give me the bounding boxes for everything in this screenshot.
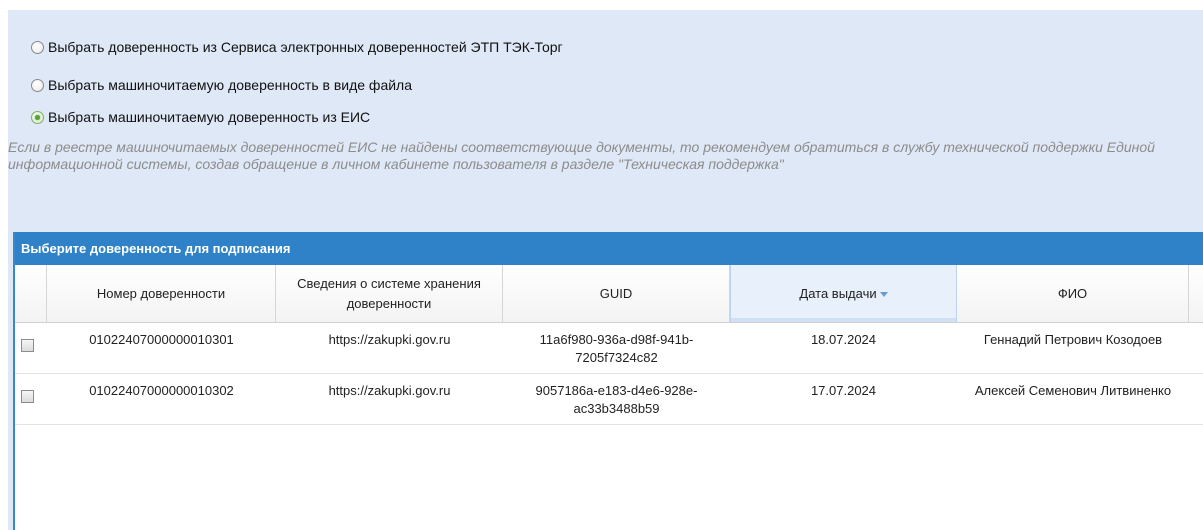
row-checkbox[interactable] <box>21 390 34 403</box>
sort-desc-icon <box>879 291 888 297</box>
option-label: Выбрать машиночитаемую доверенность из Е… <box>48 109 371 125</box>
column-select-all[interactable] <box>15 265 47 322</box>
row-select-cell <box>15 323 47 373</box>
column-number-label: Номер доверенности <box>96 285 226 301</box>
eis-hint-text: Если в реестре машиночитаемых довереннос… <box>8 139 1155 172</box>
radio-unchecked-icon[interactable] <box>31 78 44 92</box>
grid-column-headers: Номер доверенности Сведения о системе хр… <box>15 265 1203 323</box>
option-label: Выбрать машиночитаемую доверенность в ви… <box>48 77 413 93</box>
cell-number: 01022407000000010301 <box>89 332 234 347</box>
cell-guid: 11a6f980-936a-d98f-941b-7205f7324c82 <box>539 332 694 365</box>
column-fio-label: ФИО <box>1057 285 1088 301</box>
option-eis[interactable]: Выбрать машиночитаемую доверенность из Е… <box>31 107 370 127</box>
column-fio[interactable]: ФИО <box>957 265 1189 322</box>
poa-grid: Выберите доверенность для подписания Ном… <box>13 232 1203 530</box>
column-guid-label: GUID <box>599 285 633 301</box>
cell-number: 01022407000000010302 <box>89 383 234 398</box>
cell-storage: https://zakupki.gov.ru <box>328 383 451 398</box>
column-date-label: Дата выдачи <box>799 284 888 304</box>
column-guid[interactable]: GUID <box>503 265 730 322</box>
radio-unchecked-icon[interactable] <box>31 40 44 54</box>
table-row[interactable]: 01022407000000010301 https://zakupki.gov… <box>15 323 1203 374</box>
column-number[interactable]: Номер доверенности <box>47 265 276 322</box>
cell-date: 17.07.2024 <box>810 383 877 398</box>
option-file[interactable]: Выбрать машиночитаемую доверенность в ви… <box>31 75 412 95</box>
column-date[interactable]: Дата выдачи <box>730 265 957 322</box>
cell-storage: https://zakupki.gov.ru <box>328 332 451 347</box>
option-etp-service[interactable]: Выбрать доверенность из Сервиса электрон… <box>31 37 563 57</box>
column-storage[interactable]: Сведения о системе хранения доверенности <box>276 265 503 322</box>
option-label: Выбрать доверенность из Сервиса электрон… <box>48 39 563 55</box>
radio-checked-icon[interactable] <box>31 110 44 124</box>
cell-guid: 9057186a-e183-d4e6-928e-ac33b3488b59 <box>535 383 698 416</box>
grid-title: Выберите доверенность для подписания <box>15 232 1203 265</box>
cell-fio: Геннадий Петрович Козодоев <box>983 332 1163 347</box>
cell-date: 18.07.2024 <box>810 332 877 347</box>
row-select-cell <box>15 374 47 424</box>
row-checkbox[interactable] <box>21 339 34 352</box>
column-storage-label: Сведения о системе хранения доверенности <box>297 275 481 311</box>
table-row[interactable]: 01022407000000010302 https://zakupki.gov… <box>15 374 1203 425</box>
cell-fio: Алексей Семенович Литвиненко <box>974 383 1172 398</box>
poa-source-panel: Выбрать доверенность из Сервиса электрон… <box>8 10 1203 530</box>
